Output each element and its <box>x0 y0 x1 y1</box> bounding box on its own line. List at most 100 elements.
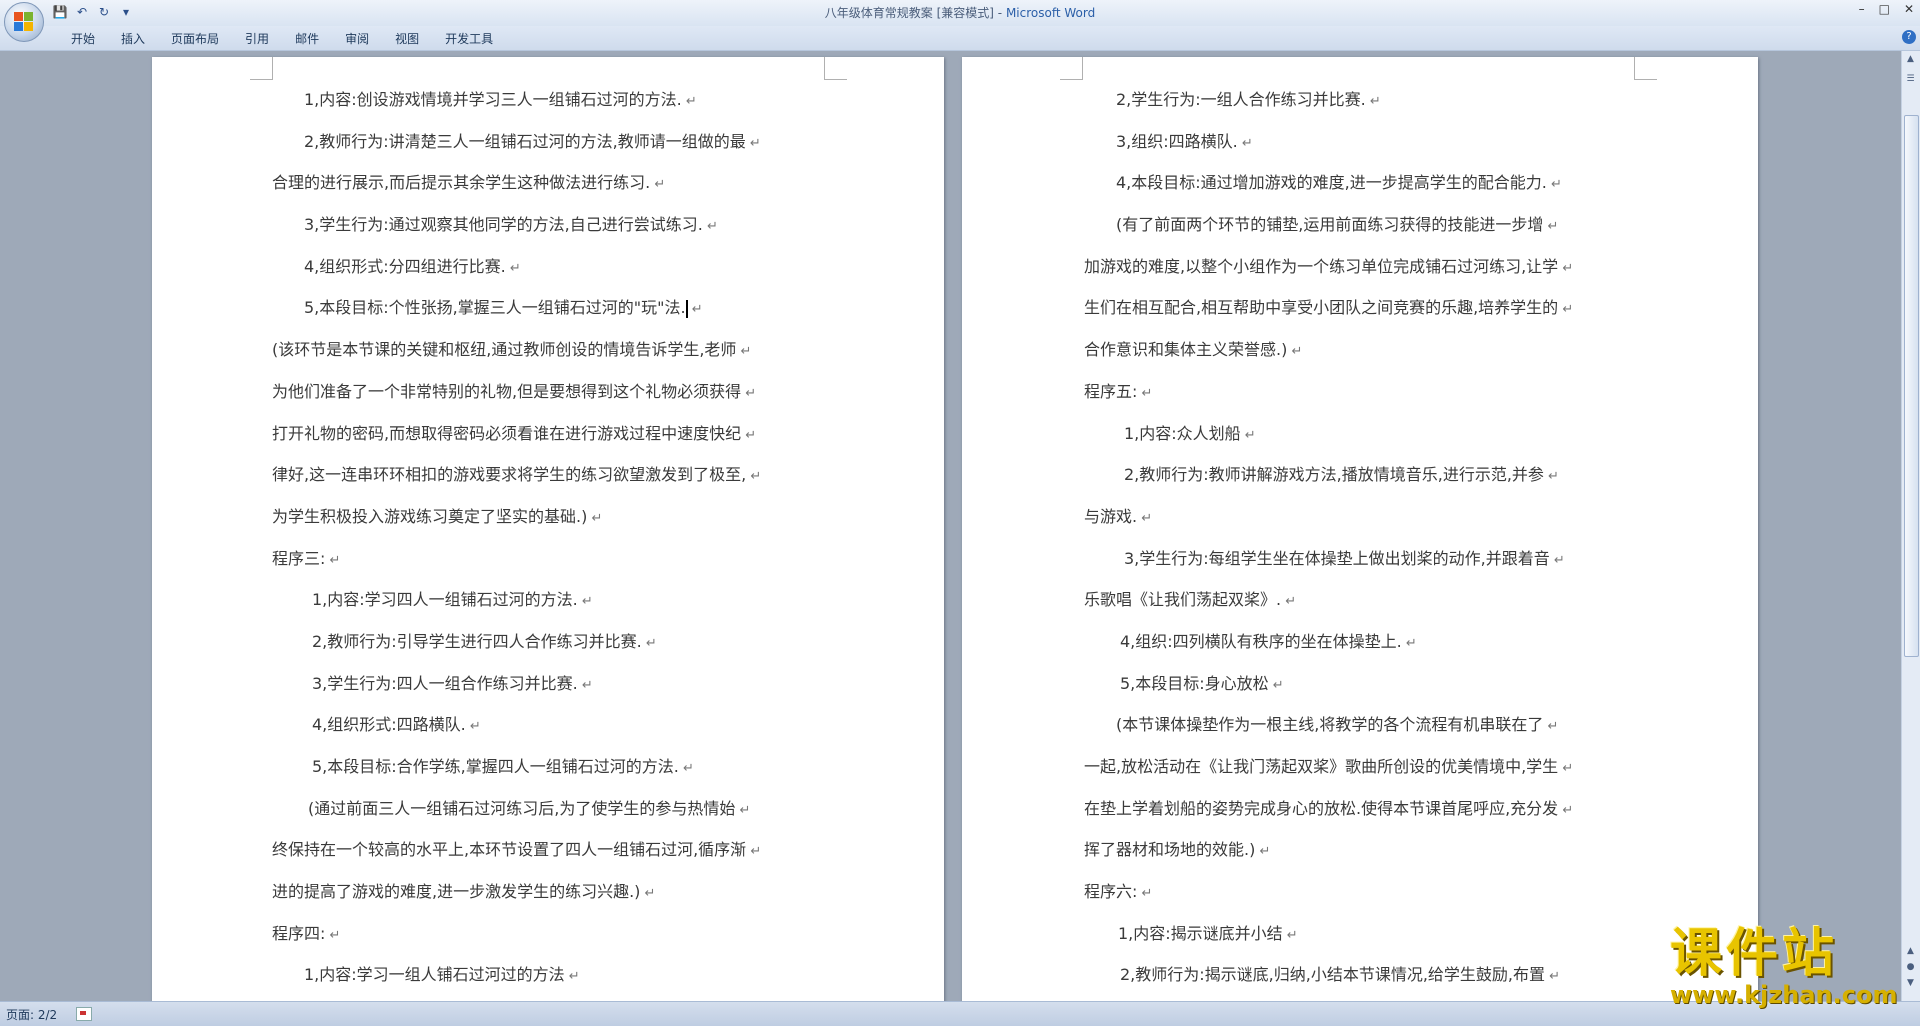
tab-home[interactable]: 开始 <box>58 26 108 51</box>
line-text: 1,内容:众人划船 <box>1124 423 1241 443</box>
line-text: 打开礼物的密码,而想取得密码必须看谁在进行游戏过程中速度快纪 <box>272 423 742 443</box>
paragraph-mark-icon: ↵ <box>1558 260 1574 276</box>
line-text: 2,学生行为:一组人合作练习并比赛. <box>1116 90 1366 109</box>
scroll-up-icon[interactable]: ▲ <box>1904 53 1917 66</box>
status-bar: 页面: 2/2 <box>0 1001 1920 1026</box>
paragraph-mark-icon: ↵ <box>1268 677 1284 693</box>
paragraph-mark-icon: ↵ <box>735 802 751 818</box>
browse-object-icon[interactable]: ● <box>1904 961 1917 974</box>
paragraph-line[interactable]: 为他们准备了一个非常特别的礼物,但是要想得到这个礼物必须获得 ↵ <box>272 371 832 413</box>
previous-page-icon[interactable]: ▲ <box>1904 945 1917 958</box>
page-count-status[interactable]: 页面: 2/2 <box>6 1006 57 1023</box>
paragraph-line[interactable]: 打开礼物的密码,而想取得密码必须看谁在进行游戏过程中速度快纪 ↵ <box>272 413 832 455</box>
paragraph-line[interactable]: 5,本段目标:合作学练,掌握四人一组铺石过河的方法. ↵ <box>272 746 832 788</box>
paragraph-line[interactable]: 2,教师行为:讲清楚三人一组铺石过河的方法,教师请一组做的最 ↵ <box>272 121 832 163</box>
tab-page-layout[interactable]: 页面布局 <box>158 26 232 51</box>
paragraph-line[interactable]: 2,学生行为:一组人合作练习并比赛. ↵ <box>1084 79 1646 121</box>
paragraph-line[interactable]: 合作意识和集体主义荣誉感.) ↵ <box>1084 329 1646 371</box>
line-text: 在垫上学着划船的姿势完成身心的放松.使得本节课首尾呼应,充分发 <box>1084 798 1559 818</box>
tab-insert[interactable]: 插入 <box>108 26 158 51</box>
paragraph-line[interactable]: 5,本段目标:身心放松 ↵ <box>1084 663 1646 705</box>
paragraph-line[interactable]: 程序三: ↵ <box>272 538 832 580</box>
tab-mailings[interactable]: 邮件 <box>282 26 332 51</box>
margin-corner-mark <box>1634 57 1657 80</box>
paragraph-line[interactable]: 1,内容:揭示谜底并小结 ↵ <box>1084 913 1646 955</box>
page-left[interactable]: 1,内容:创设游戏情境并学习三人一组铺石过河的方法. ↵ 2,教师行为:讲清楚三人… <box>152 57 944 1001</box>
paragraph-mark-icon: ↵ <box>736 344 752 360</box>
paragraph-line[interactable]: (有了前面两个环节的铺垫,运用前面练习获得的技能进一步增 ↵ <box>1084 204 1646 246</box>
paragraph-line[interactable]: 一起,放松活动在《让我门荡起双桨》歌曲所创设的优美情境中,学生 ↵ <box>1084 746 1646 788</box>
paragraph-line[interactable]: 2,教师行为:引导学生进行四人合作练习并比赛. ↵ <box>272 621 832 663</box>
maximize-icon[interactable]: □ <box>1879 2 1890 16</box>
line-text: 1,内容:揭示谜底并小结 <box>1118 923 1283 943</box>
paragraph-line[interactable]: 乐歌唱《让我们荡起双桨》. ↵ <box>1084 579 1646 621</box>
tab-review[interactable]: 审阅 <box>332 26 382 51</box>
paragraph-line[interactable]: (该环节是本节课的关键和枢纽,通过教师创设的情境告诉学生,老师 ↵ <box>272 329 832 371</box>
paragraph-line[interactable]: 4,组织形式:分四组进行比赛. ↵ <box>272 246 832 288</box>
next-page-icon[interactable]: ▼ <box>1904 977 1917 990</box>
paragraph-line[interactable]: 生们在相互配合,相互帮助中享受小团队之间竞赛的乐趣,培养学生的 ↵ <box>1084 287 1646 329</box>
paragraph-line[interactable]: 律好,这一连串环环相扣的游戏要求将学生的练习欲望激发到了极至, ↵ <box>272 454 832 496</box>
paragraph-mark-icon: ↵ <box>1137 385 1153 401</box>
line-text: 合作意识和集体主义荣誉感.) <box>1084 340 1288 360</box>
tab-developer[interactable]: 开发工具 <box>432 26 506 51</box>
paragraph-line[interactable]: 终保持在一个较高的水平上,本环节设置了四人一组铺石过河,循序渐 ↵ <box>272 829 832 871</box>
paragraph-line[interactable]: 程序五: ↵ <box>1084 371 1646 413</box>
paragraph-line[interactable]: 4,组织形式:四路横队. ↵ <box>272 704 832 746</box>
help-icon[interactable]: ? <box>1902 30 1916 44</box>
tab-references[interactable]: 引用 <box>232 26 282 51</box>
paragraph-line[interactable]: 5,本段目标:个性张扬,掌握三人一组铺石过河的"玩"法. ↵ <box>272 287 832 329</box>
paragraph-line[interactable]: 3,学生行为:通过观察其他同学的方法,自己进行尝试练习. ↵ <box>272 204 832 246</box>
page-right[interactable]: 2,学生行为:一组人合作练习并比赛. ↵ 3,组织:四路横队. ↵ 4,本段目标:通… <box>962 57 1758 1001</box>
line-text: (该环节是本节课的关键和枢纽,通过教师创设的情境告诉学生,老师 <box>272 340 737 360</box>
paragraph-mark-icon: ↵ <box>1545 969 1561 985</box>
page-text-right[interactable]: 2,学生行为:一组人合作练习并比赛. ↵ 3,组织:四路横队. ↵ 4,本段目标:通… <box>1084 79 1646 996</box>
paragraph-line[interactable]: 4,组织:四列横队有秩序的坐在体操垫上. ↵ <box>1084 621 1646 663</box>
line-text: 乐歌唱《让我们荡起双桨》. <box>1084 590 1282 610</box>
paragraph-line[interactable]: 3,学生行为:每组学生坐在体操垫上做出划桨的动作,并跟着音 ↵ <box>1084 538 1646 580</box>
paragraph-mark-icon: ↵ <box>1543 219 1559 235</box>
paragraph-line[interactable]: 1,内容:学习四人一组铺石过河的方法. ↵ <box>272 579 832 621</box>
paragraph-mark-icon: ↵ <box>564 969 580 985</box>
vertical-scrollbar[interactable]: ▲ ☰ ▲ ● ▼ <box>1901 51 1920 1001</box>
paragraph-line[interactable]: 加游戏的难度,以整个小组作为一个练习单位完成铺石过河练习,让学 ↵ <box>1084 246 1646 288</box>
tab-view[interactable]: 视图 <box>382 26 432 51</box>
paragraph-line[interactable]: 3,学生行为:四人一组合作练习并比赛. ↵ <box>272 663 832 705</box>
page-text-left[interactable]: 1,内容:创设游戏情境并学习三人一组铺石过河的方法. ↵ 2,教师行为:讲清楚三人… <box>272 79 832 996</box>
paragraph-line[interactable]: 3,组织:四路横队. ↵ <box>1084 121 1646 163</box>
paragraph-mark-icon: ↵ <box>325 552 341 568</box>
paragraph-mark-icon: ↵ <box>678 761 694 776</box>
paragraph-line[interactable]: 程序四: ↵ <box>272 913 832 955</box>
window-title: 八年级体育常规教案 [兼容模式] - Microsoft Word <box>0 4 1920 21</box>
paragraph-line[interactable]: 为学生积极投入游戏练习奠定了坚实的基础.) ↵ <box>272 496 832 538</box>
line-text: 为他们准备了一个非常特别的礼物,但是要想得到这个礼物必须获得 <box>272 381 742 401</box>
close-icon[interactable]: ✕ <box>1904 2 1914 16</box>
proofing-status-icon[interactable] <box>76 1007 92 1021</box>
ruler-toggle-icon[interactable]: ☰ <box>1904 73 1917 86</box>
paragraph-line[interactable]: 挥了器材和场地的效能.) ↵ <box>1084 829 1646 871</box>
paragraph-mark-icon: ↵ <box>1549 552 1565 568</box>
paragraph-line[interactable]: 4,本段目标:通过增加游戏的难度,进一步提高学生的配合能力. ↵ <box>1084 162 1646 204</box>
paragraph-line[interactable]: 与游戏. ↵ <box>1084 496 1646 538</box>
paragraph-line[interactable]: 2,教师行为:教师讲解游戏方法,播放情境音乐,进行示范,并参 ↵ <box>1084 454 1646 496</box>
document-area[interactable]: 1,内容:创设游戏情境并学习三人一组铺石过河的方法. ↵ 2,教师行为:讲清楚三人… <box>0 51 1902 1001</box>
paragraph-line[interactable]: 合理的进行展示,而后提示其余学生这种做法进行练习. ↵ <box>272 162 832 204</box>
paragraph-line[interactable]: 1,内容:学习一组人铺石过河过的方法 ↵ <box>272 954 832 996</box>
paragraph-line[interactable]: 在垫上学着划船的姿势完成身心的放松.使得本节课首尾呼应,充分发 ↵ <box>1084 788 1646 830</box>
line-text: 合理的进行展示,而后提示其余学生这种做法进行练习. <box>272 173 651 193</box>
office-button[interactable] <box>4 2 44 42</box>
paragraph-line[interactable]: (本节课体操垫作为一根主线,将教学的各个流程有机串联在了 ↵ <box>1084 704 1646 746</box>
paragraph-line[interactable]: (通过前面三人一组铺石过河练习后,为了使学生的参与热情始 ↵ <box>272 788 832 830</box>
line-text: 程序四: <box>272 923 326 943</box>
paragraph-line[interactable]: 程序六: ↵ <box>1084 871 1646 913</box>
paragraph-line[interactable]: 1,内容:众人划船 ↵ <box>1084 413 1646 455</box>
minimize-icon[interactable]: – <box>1859 2 1865 16</box>
line-text: 进的提高了游戏的难度,进一步激发学生的练习兴趣.) <box>272 882 641 902</box>
scrollbar-thumb[interactable] <box>1904 115 1919 657</box>
line-text: 程序六: <box>1084 882 1138 902</box>
paragraph-line[interactable]: 1,内容:创设游戏情境并学习三人一组铺石过河的方法. ↵ <box>272 79 832 121</box>
paragraph-line[interactable]: 进的提高了游戏的难度,进一步激发学生的练习兴趣.) ↵ <box>272 871 832 913</box>
paragraph-line[interactable]: 2,教师行为:揭示谜底,归纳,小结本节课情况,给学生鼓励,布置 ↵ <box>1084 954 1646 996</box>
line-text: 5,本段目标:个性张扬,掌握三人一组铺石过河的"玩"法. <box>304 298 686 318</box>
line-text: 与游戏. <box>1084 506 1138 526</box>
